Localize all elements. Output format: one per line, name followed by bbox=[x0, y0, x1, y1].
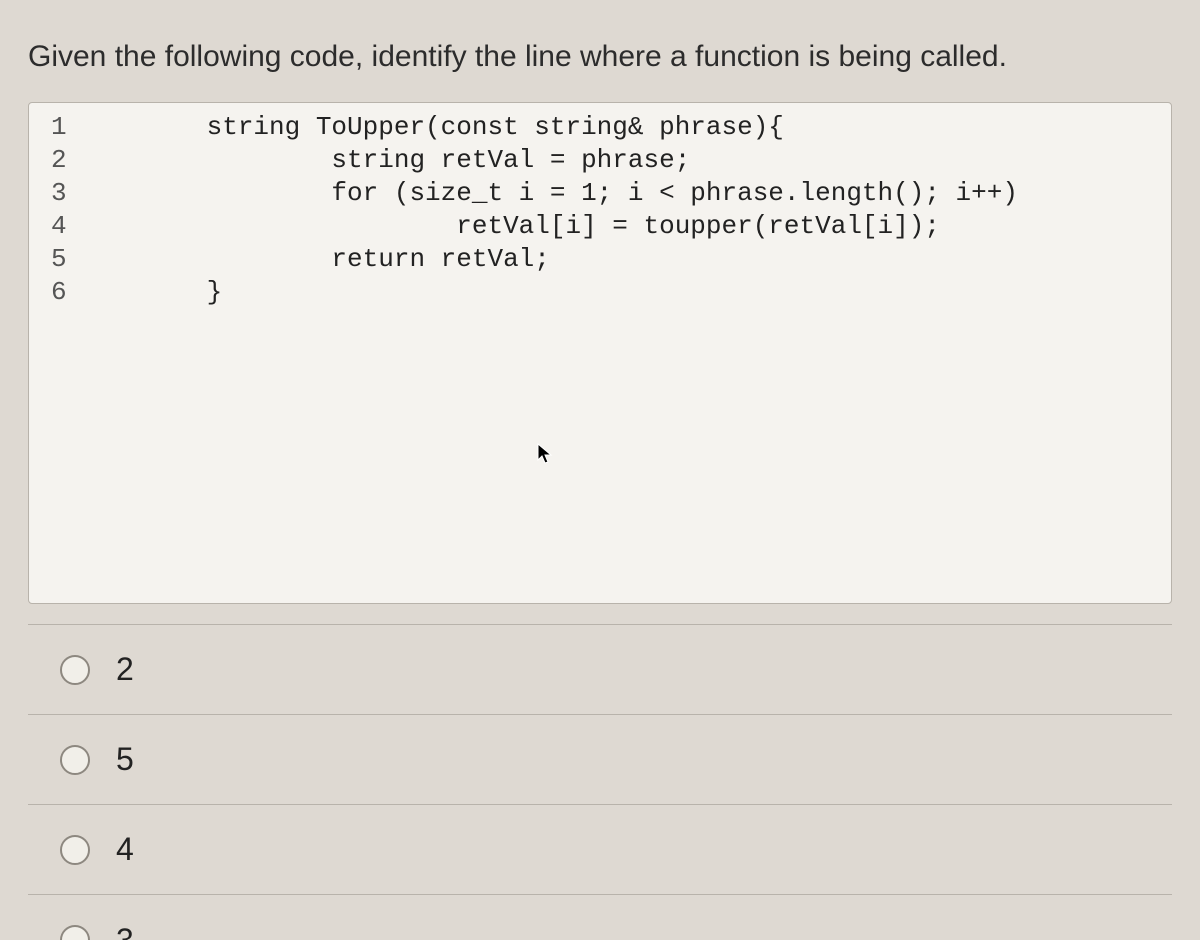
answer-option[interactable]: 3 bbox=[28, 895, 1172, 940]
radio-icon[interactable] bbox=[60, 835, 90, 865]
line-number: 3 bbox=[29, 177, 113, 210]
line-number: 6 bbox=[29, 276, 113, 309]
code-text: for (size_t i = 1; i < phrase.length(); … bbox=[113, 177, 1018, 210]
question-page: Given the following code, identify the l… bbox=[0, 0, 1200, 940]
answer-option[interactable]: 5 bbox=[28, 715, 1172, 805]
line-number: 1 bbox=[29, 111, 113, 144]
question-prompt: Given the following code, identify the l… bbox=[28, 40, 1172, 74]
code-text: return retVal; bbox=[113, 243, 550, 276]
code-line: 6 } bbox=[29, 276, 1171, 309]
code-line: 4 retVal[i] = toupper(retVal[i]); bbox=[29, 210, 1171, 243]
option-label: 3 bbox=[116, 922, 134, 940]
line-number: 5 bbox=[29, 243, 113, 276]
line-number: 2 bbox=[29, 144, 113, 177]
line-number: 4 bbox=[29, 210, 113, 243]
code-block: 1 string ToUpper(const string& phrase){ … bbox=[28, 102, 1172, 604]
code-line: 1 string ToUpper(const string& phrase){ bbox=[29, 111, 1171, 144]
code-text: string ToUpper(const string& phrase){ bbox=[113, 111, 784, 144]
option-label: 4 bbox=[116, 831, 134, 868]
code-line: 2 string retVal = phrase; bbox=[29, 144, 1171, 177]
answer-option[interactable]: 2 bbox=[28, 625, 1172, 715]
answer-options: 2 5 4 3 bbox=[28, 624, 1172, 940]
mouse-cursor-icon bbox=[537, 443, 553, 465]
radio-icon[interactable] bbox=[60, 925, 90, 940]
option-label: 5 bbox=[116, 741, 134, 778]
answer-option[interactable]: 4 bbox=[28, 805, 1172, 895]
code-line: 5 return retVal; bbox=[29, 243, 1171, 276]
radio-icon[interactable] bbox=[60, 655, 90, 685]
code-text: } bbox=[113, 276, 222, 309]
code-line: 3 for (size_t i = 1; i < phrase.length()… bbox=[29, 177, 1171, 210]
code-text: retVal[i] = toupper(retVal[i]); bbox=[113, 210, 940, 243]
option-label: 2 bbox=[116, 651, 134, 688]
code-text: string retVal = phrase; bbox=[113, 144, 690, 177]
radio-icon[interactable] bbox=[60, 745, 90, 775]
